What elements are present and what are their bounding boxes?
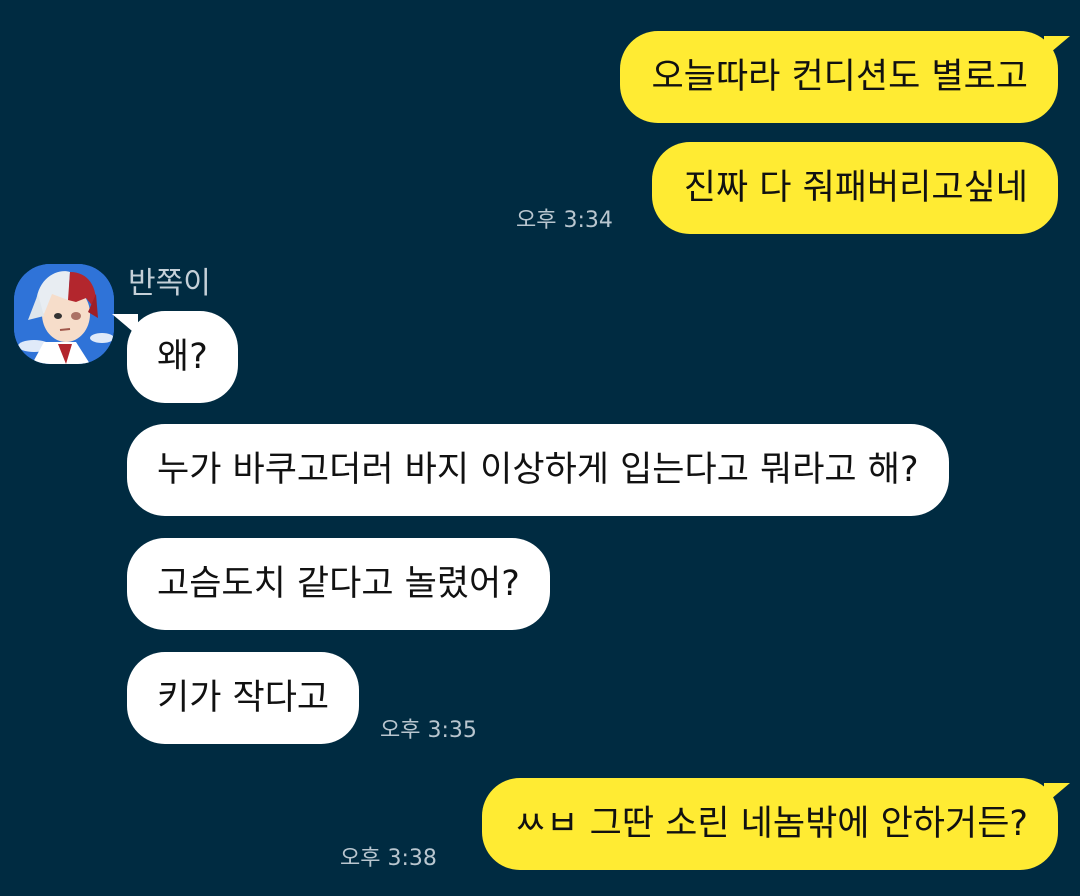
sender-name: 반쪽이 bbox=[128, 266, 211, 301]
message-text: 고슴도치 같다고 놀렸어? bbox=[157, 564, 520, 604]
sender-avatar[interactable] bbox=[14, 264, 114, 364]
message-text: 진짜 다 줘패버리고싶네 bbox=[683, 168, 1028, 208]
message-text: 키가 작다고 bbox=[157, 678, 330, 718]
their-message-bubble[interactable]: 왜? bbox=[127, 311, 238, 403]
message-timestamp: 오후 3:38 bbox=[340, 846, 437, 871]
their-message-bubble[interactable]: 키가 작다고 bbox=[127, 652, 360, 744]
message-text: 누가 바쿠고더러 바지 이상하게 입는다고 뭐라고 해? bbox=[157, 450, 919, 490]
their-message-bubble[interactable]: 누가 바쿠고더러 바지 이상하게 입는다고 뭐라고 해? bbox=[127, 424, 949, 516]
my-message-bubble[interactable]: 오늘따라 컨디션도 별로고 bbox=[619, 31, 1058, 123]
my-message-bubble[interactable]: ㅆㅂ 그딴 소린 네놈밖에 안하거든? bbox=[482, 778, 1058, 870]
bubble-tail bbox=[1044, 36, 1070, 58]
my-message-bubble[interactable]: 진짜 다 줘패버리고싶네 bbox=[651, 142, 1058, 234]
message-text: ㅆㅂ 그딴 소린 네놈밖에 안하거든? bbox=[514, 804, 1028, 844]
message-timestamp: 오후 3:35 bbox=[380, 718, 477, 743]
anime-character-avatar-icon bbox=[14, 264, 114, 364]
message-text: 오늘따라 컨디션도 별로고 bbox=[651, 57, 1028, 97]
message-timestamp: 오후 3:34 bbox=[516, 208, 613, 233]
message-text: 왜? bbox=[157, 337, 208, 377]
their-message-bubble[interactable]: 고슴도치 같다고 놀렸어? bbox=[127, 538, 550, 630]
